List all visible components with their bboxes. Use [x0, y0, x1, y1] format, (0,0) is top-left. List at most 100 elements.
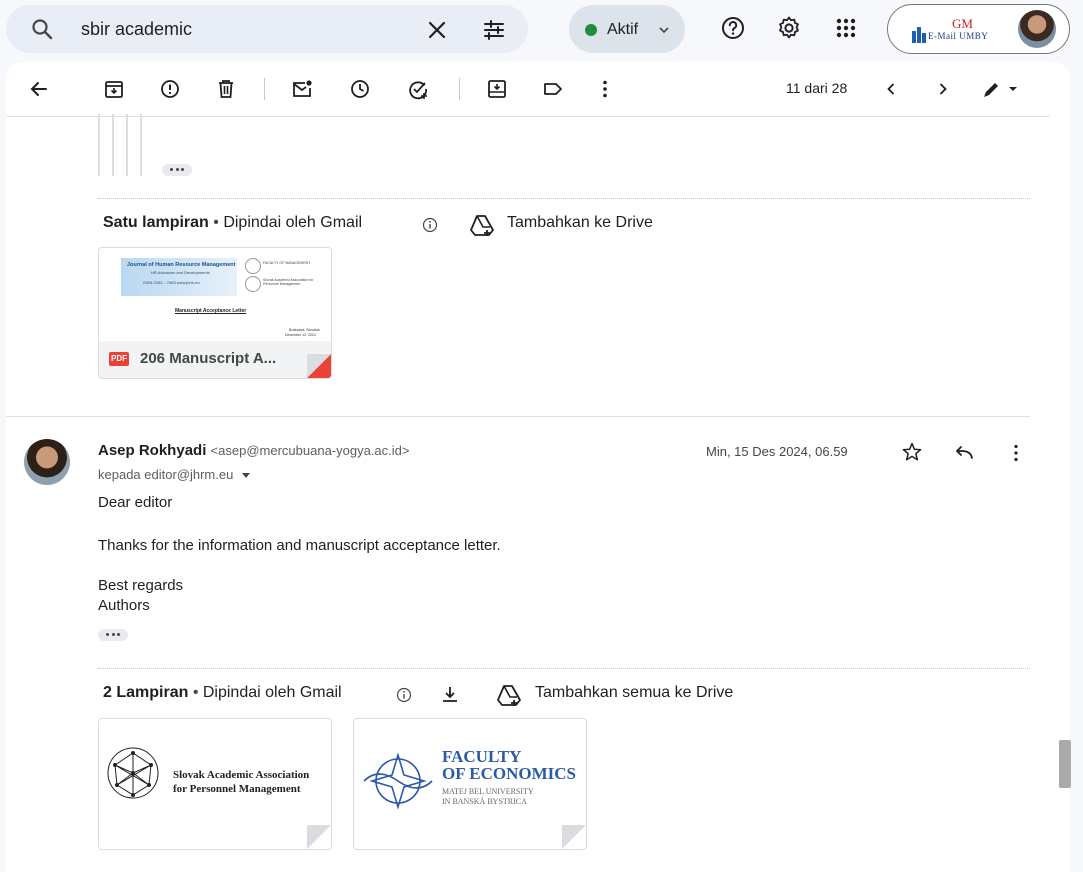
preview-issn: ISSN 2453 – 7683 www.jhrm.eu — [143, 280, 200, 285]
preview-seal — [245, 258, 261, 274]
info-icon[interactable] — [396, 687, 412, 703]
image-attachment-thumbnail[interactable]: Slovak Academic Association for Personne… — [98, 718, 332, 850]
message-more-icon[interactable] — [1005, 442, 1027, 464]
status-label: Aktif — [607, 21, 639, 38]
preview-journal-title: Journal of Human Resource Management — [127, 262, 236, 268]
account-switcher[interactable]: GM E-Mail UMBY — [887, 4, 1070, 54]
download-all-icon[interactable] — [440, 684, 460, 704]
attachments-count: 2 Lampiran — [103, 684, 189, 701]
quote-bar — [140, 114, 142, 176]
sender-email: <asep@mercubuana-yogya.ac.id> — [210, 443, 410, 458]
umby-logo-icon — [912, 27, 926, 43]
page-fold — [562, 825, 586, 849]
preview-seal — [245, 276, 261, 292]
preview-faculty: FACULTY OF MANAGEMENT — [263, 261, 311, 265]
star-icon[interactable] — [901, 441, 923, 463]
older-chevron-icon[interactable] — [880, 78, 902, 100]
sender-avatar[interactable] — [24, 439, 70, 485]
pdf-attachment-thumbnail[interactable]: Journal of Human Resource Management HR … — [98, 247, 332, 379]
attachments-header: Satu lampiran • Dipindai oleh Gmail — [103, 214, 362, 232]
clear-search-icon[interactable] — [426, 19, 448, 41]
sender-line: Asep Rokhyadi <asep@mercubuana-yogya.ac.… — [98, 442, 409, 459]
body-signature: Authors — [98, 597, 150, 614]
attachment-filename: 206 Manuscript A... — [140, 350, 277, 367]
status-dot — [585, 24, 597, 36]
help-icon[interactable] — [720, 15, 746, 41]
attachments-header: 2 Lampiran • Dipindai oleh Gmail — [103, 684, 342, 702]
body-closing: Best regards — [98, 577, 184, 594]
back-arrow-icon[interactable] — [28, 78, 50, 100]
body-greeting: Dear editor — [98, 494, 173, 511]
add-all-to-drive-icon[interactable] — [495, 683, 523, 707]
scanned-label: Dipindai oleh Gmail — [202, 684, 342, 701]
apps-grid-icon[interactable] — [833, 15, 859, 41]
thumb2-sub-line1: MATEJ BEL UNIVERSITY — [442, 787, 534, 796]
separator-dot: • — [213, 214, 224, 231]
account-avatar[interactable] — [1018, 10, 1056, 48]
add-to-drive-link[interactable]: Tambahkan ke Drive — [507, 214, 653, 232]
image-attachment-thumbnail[interactable]: FACULTY OF ECONOMICS MATEJ BEL UNIVERSIT… — [353, 718, 587, 850]
settings-gear-icon[interactable] — [776, 15, 802, 41]
add-to-drive-icon[interactable] — [468, 213, 496, 237]
search-bar[interactable]: sbir academic — [6, 5, 528, 53]
scanned-label: Dipindai oleh Gmail — [223, 214, 363, 231]
top-bar: sbir academic Aktif GM E-Mail UMBY — [0, 0, 1083, 60]
snooze-clock-icon[interactable] — [349, 78, 371, 100]
search-options-icon[interactable] — [482, 18, 506, 42]
reply-icon[interactable] — [953, 442, 975, 464]
show-trimmed-content-button[interactable] — [162, 164, 192, 176]
faculty-emblem-icon — [363, 752, 433, 810]
recipient-line[interactable]: kepada editor@jhrm.eu — [98, 467, 251, 482]
scrollbar-thumb[interactable] — [1059, 740, 1071, 788]
preview-date: December 12, 2024 — [285, 333, 316, 337]
toolbar-divider — [264, 78, 265, 100]
umby-mail-logo: GM E-Mail UMBY — [908, 13, 1016, 45]
more-vert-icon[interactable] — [594, 78, 616, 100]
page-fold — [307, 354, 331, 378]
thumb1-title-line2: for Personnel Management — [173, 783, 301, 795]
body-text: Thanks for the information and manuscrip… — [98, 537, 501, 554]
page-fold — [307, 825, 331, 849]
search-input[interactable]: sbir academic — [81, 19, 192, 40]
status-dropdown[interactable]: Aktif — [569, 5, 685, 53]
search-icon[interactable] — [30, 17, 54, 41]
report-spam-icon[interactable] — [159, 78, 181, 100]
preview-place: Bratislava, Slovakia — [289, 328, 320, 332]
pagination-count: 11 dari 28 — [786, 80, 848, 96]
logo-mail-text: E-Mail UMBY — [928, 31, 989, 41]
add-all-to-drive-link[interactable]: Tambahkan semua ke Drive — [535, 684, 733, 702]
thumb2-sub-line2: IN BANSKÁ BYSTRICA — [442, 797, 527, 806]
separator-dot: • — [192, 684, 203, 701]
thumb1-title-line1: Slovak Academic Association — [173, 769, 310, 781]
message-toolbar: 11 dari 28 — [6, 62, 1070, 116]
label-icon[interactable] — [542, 78, 564, 100]
message-separator — [6, 416, 1030, 417]
message-view: 11 dari 28 Satu lampiran • Dipindai oleh… — [6, 62, 1070, 872]
toolbar-divider-line — [6, 116, 1050, 117]
pdf-badge: PDF — [109, 352, 129, 366]
chevron-down-icon — [659, 27, 669, 34]
delete-icon[interactable] — [215, 78, 237, 100]
info-icon[interactable] — [422, 217, 438, 233]
input-tools-dropdown-icon[interactable] — [1006, 78, 1020, 100]
preview-association: Slovak Academic Association for Personne… — [263, 278, 314, 286]
archive-icon[interactable] — [103, 78, 125, 100]
add-task-icon[interactable] — [407, 78, 429, 100]
newer-chevron-icon[interactable] — [932, 78, 954, 100]
move-to-icon[interactable] — [486, 78, 508, 100]
attachments-divider — [98, 668, 1030, 669]
toolbar-divider — [459, 78, 460, 100]
details-dropdown-icon[interactable] — [241, 472, 251, 480]
input-tools-pen-icon[interactable] — [982, 78, 1000, 100]
quote-bar — [98, 114, 100, 176]
sender-name[interactable]: Asep Rokhyadi — [98, 442, 206, 459]
thumb2-title-line2: OF ECONOMICS — [442, 764, 576, 783]
recipient-text: kepada editor@jhrm.eu — [98, 467, 234, 482]
show-trimmed-content-button[interactable] — [98, 629, 128, 641]
preview-journal-sub: HR Advances and Developments — [151, 270, 210, 275]
mark-unread-icon[interactable] — [291, 78, 313, 100]
attachments-divider — [98, 198, 1030, 199]
message-date: Min, 15 Des 2024, 06.59 — [706, 444, 848, 459]
attachments-count: Satu lampiran — [103, 214, 209, 231]
logo-gm-text: GM — [952, 16, 973, 31]
